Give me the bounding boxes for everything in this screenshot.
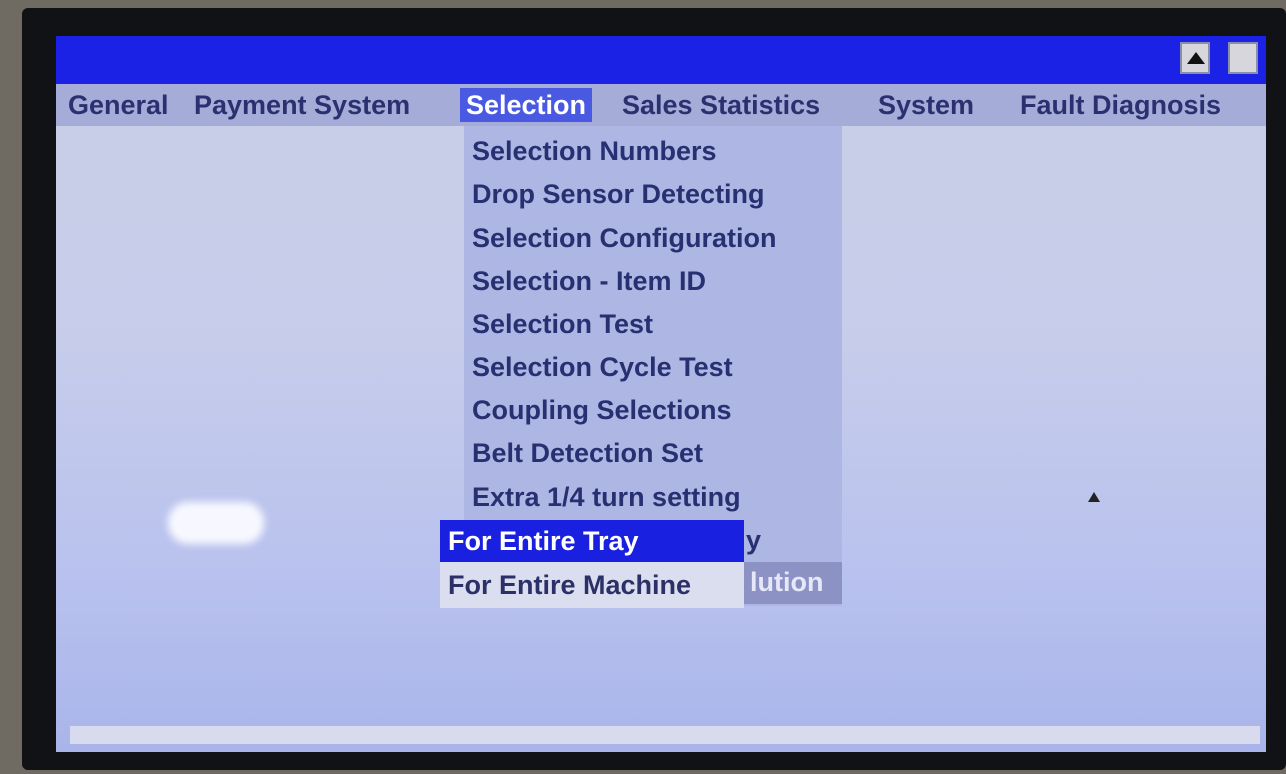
menu-system[interactable]: System xyxy=(872,88,980,122)
screen-glare xyxy=(168,502,264,544)
menu-selection[interactable]: Selection xyxy=(460,88,593,122)
scroll-up-button[interactable] xyxy=(1180,42,1210,74)
title-bar xyxy=(56,36,1266,84)
dropdown-item-selection-item-id[interactable]: Selection - Item ID xyxy=(472,261,706,301)
up-triangle-icon xyxy=(1187,52,1205,64)
window-button[interactable] xyxy=(1228,42,1258,74)
dropdown-item-extra-turn-setting[interactable]: Extra 1/4 turn setting xyxy=(472,477,741,517)
dropdown-item-drop-sensor-detecting[interactable]: Drop Sensor Detecting xyxy=(472,174,765,214)
dropdown-item-selection-cycle-test[interactable]: Selection Cycle Test xyxy=(472,347,733,387)
pointer-icon xyxy=(1088,492,1100,502)
submenu-item-entire-tray[interactable]: For Entire Tray xyxy=(440,520,744,562)
menu-payment-system[interactable]: Payment System xyxy=(188,88,416,122)
dropdown-item-selection-numbers[interactable]: Selection Numbers xyxy=(472,131,717,171)
dropdown-item-partial-text-highlighted[interactable]: lution xyxy=(750,562,823,602)
submenu: For Entire Tray For Entire Machine xyxy=(440,520,744,608)
submenu-item-entire-machine[interactable]: For Entire Machine xyxy=(440,564,744,606)
screen: General Payment System Selection Sales S… xyxy=(56,36,1266,752)
dropdown-item-selection-configuration[interactable]: Selection Configuration xyxy=(472,218,777,258)
dropdown-item-highlight: lution xyxy=(744,562,842,604)
dropdown-item-coupling-selections[interactable]: Coupling Selections xyxy=(472,390,732,430)
dropdown-item-selection-test[interactable]: Selection Test xyxy=(472,304,653,344)
menu-fault-diagnosis[interactable]: Fault Diagnosis xyxy=(1014,88,1227,122)
dropdown-item-partial-text[interactable]: y xyxy=(746,520,761,560)
menu-bar: General Payment System Selection Sales S… xyxy=(56,84,1266,126)
menu-sales-statistics[interactable]: Sales Statistics xyxy=(616,88,826,122)
menu-general[interactable]: General xyxy=(62,88,175,122)
status-bar xyxy=(70,726,1260,744)
dropdown-item-belt-detection-set[interactable]: Belt Detection Set xyxy=(472,433,703,473)
